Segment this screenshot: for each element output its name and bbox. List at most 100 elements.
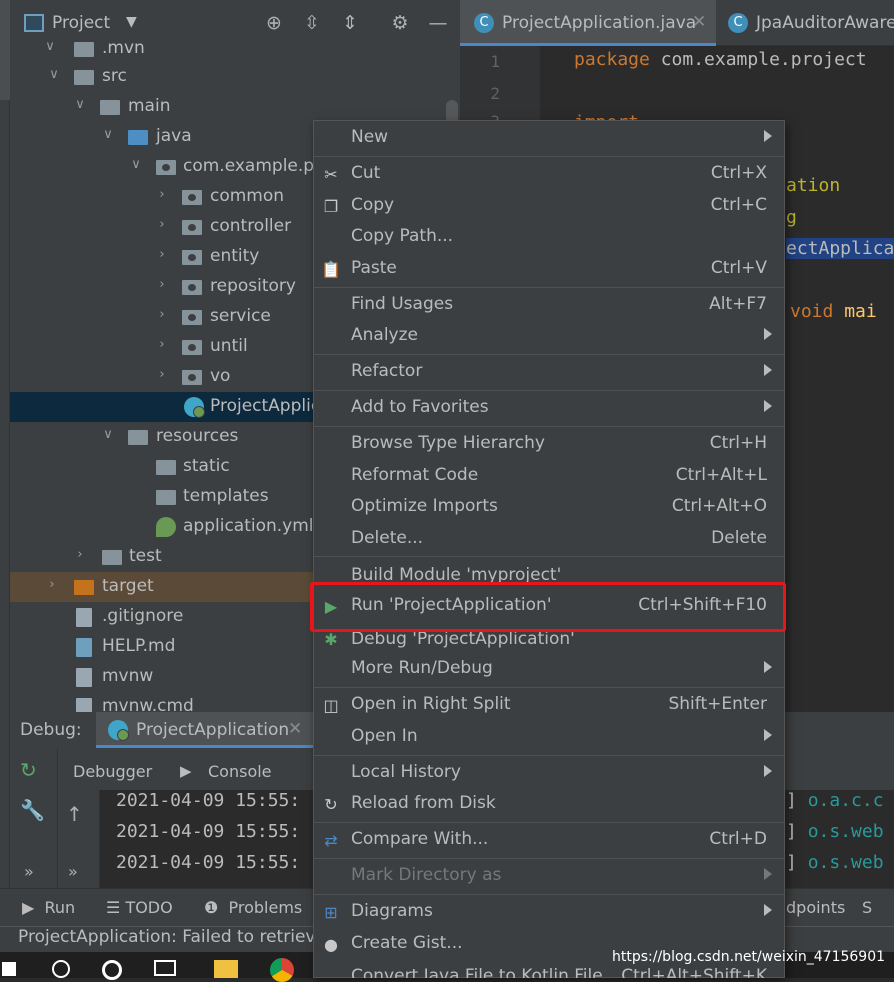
menu-item-reformat-code[interactable]: Reformat Code Ctrl+Alt+L bbox=[314, 460, 784, 492]
menu-item-local-history[interactable]: Local History bbox=[314, 757, 784, 789]
search-icon[interactable] bbox=[52, 960, 70, 978]
menu-item-copy-path[interactable]: Copy Path... bbox=[314, 221, 784, 253]
menu-item-paste[interactable]: 📋 Paste Ctrl+V bbox=[314, 253, 784, 285]
menu-item-shortcut: Ctrl+V bbox=[710, 258, 767, 278]
chevron-down-icon[interactable]: ∨ bbox=[42, 39, 58, 54]
menu-separator bbox=[314, 287, 784, 288]
task-view-icon[interactable] bbox=[154, 960, 176, 976]
log-bracket: ] bbox=[786, 790, 797, 811]
clipboard-icon: 📋 bbox=[321, 260, 341, 279]
close-icon[interactable]: ✕ bbox=[692, 12, 706, 32]
menu-item-delete[interactable]: Delete... Delete bbox=[314, 523, 784, 555]
chevron-down-icon[interactable]: ∨ bbox=[100, 427, 116, 442]
expand-all-icon[interactable]: ⇳ bbox=[300, 11, 324, 35]
hide-icon[interactable]: — bbox=[426, 11, 450, 35]
menu-item-analyze[interactable]: Analyze bbox=[314, 320, 784, 352]
chevron-down-icon[interactable]: ∨ bbox=[128, 157, 144, 172]
menu-item-open-in-right-split[interactable]: ◫ Open in Right Split Shift+Enter bbox=[314, 689, 784, 721]
menu-item-refactor[interactable]: Refactor bbox=[314, 356, 784, 388]
collapse-all-icon[interactable]: ⇕ bbox=[338, 11, 362, 35]
close-icon[interactable]: ✕ bbox=[288, 719, 302, 739]
chevron-down-icon[interactable]: ▼ bbox=[126, 14, 137, 30]
submenu-arrow-icon bbox=[764, 904, 772, 916]
tab-console[interactable]: ▶ Console bbox=[168, 756, 278, 788]
scissors-icon: ✂ bbox=[324, 165, 338, 184]
chevron-right-icon[interactable]: › bbox=[154, 247, 170, 262]
problems-tool-button[interactable]: ❶ Problems bbox=[204, 898, 302, 917]
menu-item-copy[interactable]: ❐ Copy Ctrl+C bbox=[314, 190, 784, 222]
debug-toolbar: ↻ 🔧 » bbox=[10, 748, 58, 888]
tree-item-src[interactable]: ∨ src bbox=[10, 62, 460, 92]
tree-item-label: com.example.pro bbox=[183, 156, 332, 176]
todo-tool-button[interactable]: ☰ TODO bbox=[106, 898, 173, 917]
file-explorer-icon[interactable] bbox=[214, 960, 238, 978]
chevron-down-icon[interactable]: ∨ bbox=[46, 67, 62, 82]
tab-jpa-auditor-aware[interactable]: C JpaAuditorAware. bbox=[718, 0, 894, 46]
source-folder-icon bbox=[128, 130, 148, 145]
run-tool-button[interactable]: ▶ Run bbox=[22, 898, 75, 917]
wrench-icon[interactable]: 🔧 bbox=[20, 798, 45, 822]
gear-icon[interactable]: ⚙ bbox=[388, 11, 412, 35]
menu-item-compare-with[interactable]: ⇄ Compare With... Ctrl+D bbox=[314, 824, 784, 856]
menu-separator bbox=[314, 822, 784, 823]
menu-item-diagrams[interactable]: ⊞ Diagrams bbox=[314, 896, 784, 928]
menu-item-reload-from-disk[interactable]: ↻ Reload from Disk bbox=[314, 788, 784, 820]
menu-item-label: Reload from Disk bbox=[351, 793, 496, 813]
log-line: 2021-04-09 15:55: bbox=[116, 852, 301, 873]
tree-item-label: service bbox=[210, 306, 271, 326]
menu-item-label: Cut bbox=[351, 163, 381, 183]
menu-item-add-to-favorites[interactable]: Add to Favorites bbox=[314, 392, 784, 424]
left-tool-stripe bbox=[0, 0, 10, 930]
arrow-up-icon[interactable]: ↑ bbox=[66, 802, 83, 826]
menu-item-more-run-debug[interactable]: More Run/Debug bbox=[314, 653, 784, 685]
chevron-right-icon[interactable]: › bbox=[44, 577, 60, 592]
menu-item-label: New bbox=[351, 127, 389, 147]
highlight-annotation bbox=[310, 582, 786, 632]
tool-button-fragment[interactable]: S bbox=[862, 898, 872, 917]
chevron-right-icon[interactable]: › bbox=[154, 307, 170, 322]
tree-item-mvn[interactable]: ∨ .mvn bbox=[10, 34, 460, 64]
menu-item-browse-type-hierarchy[interactable]: Browse Type Hierarchy Ctrl+H bbox=[314, 428, 784, 460]
windows-start-icon[interactable] bbox=[2, 962, 16, 976]
tree-item-label: entity bbox=[210, 246, 260, 266]
tree-item-label: main bbox=[128, 96, 171, 116]
menu-item-new[interactable]: New bbox=[314, 122, 784, 154]
menu-item-find-usages[interactable]: Find Usages Alt+F7 bbox=[314, 289, 784, 321]
chevron-right-icon[interactable]: › bbox=[154, 367, 170, 382]
menu-item-optimize-imports[interactable]: Optimize Imports Ctrl+Alt+O bbox=[314, 491, 784, 523]
menu-item-cut[interactable]: ✂ Cut Ctrl+X bbox=[314, 158, 784, 190]
more-icon[interactable]: » bbox=[24, 862, 34, 881]
tab-debugger[interactable]: Debugger bbox=[58, 756, 168, 788]
menu-item-open-in[interactable]: Open In bbox=[314, 721, 784, 753]
tab-project-application[interactable]: C ProjectApplication.java ✕ bbox=[460, 0, 716, 46]
rerun-icon[interactable]: ↻ bbox=[20, 758, 37, 782]
folder-icon bbox=[100, 100, 120, 115]
menu-separator bbox=[314, 687, 784, 688]
cortana-icon[interactable] bbox=[102, 960, 122, 980]
chevron-right-icon[interactable]: › bbox=[154, 277, 170, 292]
chevron-right-icon[interactable]: › bbox=[154, 187, 170, 202]
chevron-right-icon[interactable]: › bbox=[72, 547, 88, 562]
chevron-down-icon[interactable]: ∨ bbox=[100, 127, 116, 142]
menu-item-build-module[interactable]: Build Module 'myproject' bbox=[314, 560, 784, 582]
tab-label: ProjectApplication.java bbox=[502, 13, 697, 33]
project-tool-tab[interactable] bbox=[0, 0, 10, 100]
chevron-down-icon[interactable]: ∨ bbox=[72, 97, 88, 112]
tree-item-label: static bbox=[183, 456, 230, 476]
tree-item-main[interactable]: ∨ main bbox=[10, 92, 460, 122]
copy-icon: ❐ bbox=[323, 197, 339, 216]
more-icon[interactable]: » bbox=[68, 862, 78, 881]
code-keyword: package bbox=[574, 49, 650, 70]
editor-tab-bar: C ProjectApplication.java ✕ C JpaAuditor… bbox=[460, 0, 894, 46]
chevron-right-icon[interactable]: › bbox=[154, 217, 170, 232]
project-panel-title[interactable]: Project bbox=[52, 13, 110, 33]
menu-item-label: Add to Favorites bbox=[351, 397, 489, 417]
chrome-icon[interactable] bbox=[270, 958, 294, 982]
log-line: 2021-04-09 15:55: bbox=[116, 790, 301, 811]
debug-session-tab[interactable]: ProjectApplication ✕ bbox=[96, 712, 314, 748]
chevron-right-icon[interactable]: › bbox=[154, 337, 170, 352]
breakpoints-tool-button[interactable]: dpoints bbox=[786, 898, 845, 917]
diagram-icon: ⊞ bbox=[324, 903, 338, 922]
debug-subtabs: Debugger ▶ Console bbox=[58, 756, 314, 788]
locate-icon[interactable]: ⊕ bbox=[262, 11, 286, 35]
